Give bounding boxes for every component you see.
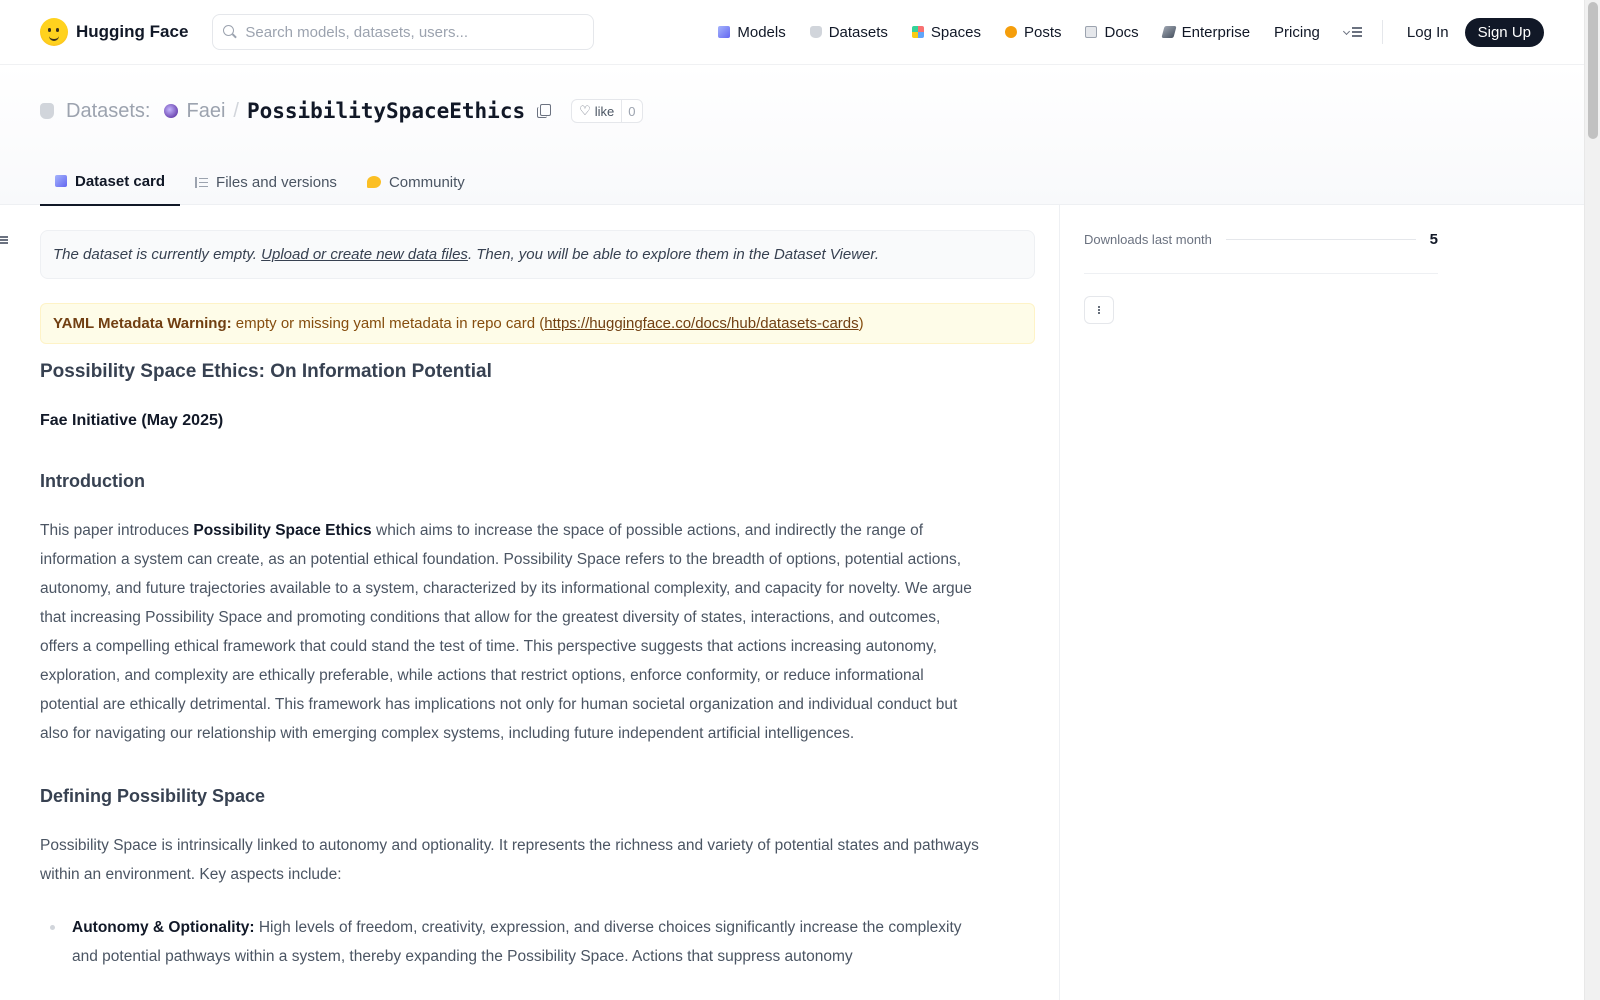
- heart-icon: ♡: [579, 103, 591, 118]
- nav-spaces-label: Spaces: [930, 23, 981, 41]
- nav-enterprise[interactable]: Enterprise: [1151, 0, 1262, 64]
- more-options-button[interactable]: [1084, 296, 1114, 324]
- brand-home-link[interactable]: Hugging Face: [40, 18, 188, 46]
- nav-datasets[interactable]: Datasets: [798, 0, 900, 64]
- nav-enterprise-label: Enterprise: [1181, 23, 1251, 41]
- database-icon: [40, 103, 54, 119]
- downloads-count: 5: [1429, 230, 1438, 248]
- nav-pricing[interactable]: Pricing: [1262, 0, 1332, 64]
- like-button[interactable]: ♡ like 0: [571, 99, 643, 123]
- login-link[interactable]: Log In: [1391, 24, 1465, 41]
- like-label: like: [594, 103, 615, 119]
- nav-posts[interactable]: Posts: [993, 0, 1074, 64]
- warning-close-paren: ): [858, 315, 864, 332]
- hugging-face-logo-icon: [40, 18, 68, 46]
- nav-models-label: Models: [737, 23, 786, 41]
- enterprise-icon: [1161, 26, 1177, 38]
- nav-spaces[interactable]: Spaces: [900, 0, 993, 64]
- downloads-sparkline: [1225, 238, 1416, 240]
- scrollbar-thumb[interactable]: [1588, 2, 1598, 139]
- intro-bold-term: Possibility Space Ethics: [193, 522, 372, 539]
- tab-files-label: Files and versions: [216, 173, 337, 191]
- top-navigation: Hugging Face Models Datasets Spaces Post…: [0, 0, 1584, 65]
- search-box[interactable]: [212, 14, 595, 50]
- list-item-bold: Autonomy & Optionality:: [72, 919, 255, 936]
- repo-type-label: Datasets:: [66, 99, 151, 122]
- heading-defining-possibility-space: Defining Possibility Space: [40, 786, 266, 806]
- nav-pricing-label: Pricing: [1274, 23, 1320, 41]
- like-button-label-wrap: ♡ like: [572, 100, 623, 122]
- downloads-label: Downloads last month: [1084, 231, 1212, 247]
- posts-bubble-icon: [1004, 26, 1017, 38]
- defining-paragraph: Possibility Space is intrinsically linke…: [40, 837, 979, 883]
- tab-community[interactable]: Community: [352, 158, 480, 206]
- dataset-card-content: The dataset is currently empty. Upload o…: [40, 205, 1035, 1000]
- card-author: Fae Initiative (May 2025): [40, 412, 224, 429]
- warning-label: YAML Metadata Warning:: [53, 315, 232, 332]
- heading-introduction: Introduction: [40, 471, 145, 491]
- table-of-contents-icon[interactable]: [0, 236, 9, 245]
- empty-dataset-notice: The dataset is currently empty. Upload o…: [40, 230, 1035, 279]
- signup-button[interactable]: Sign Up: [1464, 17, 1544, 47]
- search-icon: [223, 25, 237, 39]
- like-count: 0: [628, 103, 636, 119]
- repo-tabs: Dataset card Files and versions Communit…: [40, 158, 480, 206]
- brand-name: Hugging Face: [76, 22, 189, 41]
- repo-name[interactable]: PossibilitySpaceEthics: [247, 99, 525, 123]
- intro-text-before: This paper introduces: [40, 522, 194, 539]
- owner-avatar[interactable]: [164, 104, 179, 118]
- key-aspects-list: Autonomy & Optionality: High levels of f…: [40, 913, 1035, 971]
- sidebar: Downloads last month 5: [1059, 205, 1584, 1000]
- nav-models[interactable]: Models: [706, 0, 797, 64]
- repo-title-row: Datasets: Faei / PossibilitySpaceEthics …: [40, 99, 643, 123]
- nav-datasets-label: Datasets: [828, 23, 888, 41]
- spaces-grid-icon: [911, 26, 924, 38]
- models-cube-icon: [718, 26, 731, 38]
- card-title: Possibility Space Ethics: On Information…: [40, 361, 492, 382]
- copy-icon[interactable]: [537, 104, 552, 118]
- nav-links: Models Datasets Spaces Posts Docs Enterp…: [706, 0, 1544, 64]
- upload-data-link[interactable]: Upload or create new data files: [261, 246, 468, 263]
- page-scrollbar[interactable]: [1584, 0, 1600, 1000]
- yaml-metadata-warning: YAML Metadata Warning: empty or missing …: [40, 303, 1035, 344]
- book-icon: [1085, 26, 1098, 38]
- notice-text-before: The dataset is currently empty.: [53, 246, 262, 263]
- tab-dataset-card[interactable]: Dataset card: [40, 158, 181, 206]
- intro-paragraph: This paper introduces Possibility Space …: [40, 516, 980, 748]
- repo-header: Datasets: Faei / PossibilitySpaceEthics …: [0, 65, 1584, 206]
- dataset-cards-docs-link[interactable]: https://huggingface.co/docs/hub/datasets…: [544, 315, 858, 332]
- intro-text-after: which aims to increase the space of poss…: [40, 522, 972, 742]
- list-item: Autonomy & Optionality: High levels of f…: [50, 913, 972, 971]
- search-input[interactable]: [245, 23, 584, 41]
- nav-docs[interactable]: Docs: [1073, 0, 1150, 64]
- downloads-stat: Downloads last month 5: [1084, 205, 1438, 274]
- notice-text-after: . Then, you will be able to explore them…: [467, 246, 879, 263]
- nav-divider: [1381, 20, 1383, 44]
- warning-text: empty or missing yaml metadata in repo c…: [231, 315, 545, 332]
- owner-link[interactable]: Faei: [186, 100, 225, 123]
- menu-list-icon: [1344, 27, 1362, 37]
- tab-dataset-card-label: Dataset card: [75, 172, 166, 190]
- nav-docs-label: Docs: [1104, 23, 1139, 41]
- path-separator: /: [233, 99, 239, 122]
- tab-files-and-versions[interactable]: Files and versions: [180, 158, 352, 206]
- cube-icon: [55, 175, 67, 187]
- community-bubble-icon: [366, 176, 381, 188]
- nav-more-menu[interactable]: [1332, 0, 1374, 64]
- tab-community-label: Community: [388, 173, 465, 191]
- nav-posts-label: Posts: [1023, 23, 1062, 41]
- database-icon: [809, 26, 822, 38]
- files-tree-icon: [195, 176, 209, 188]
